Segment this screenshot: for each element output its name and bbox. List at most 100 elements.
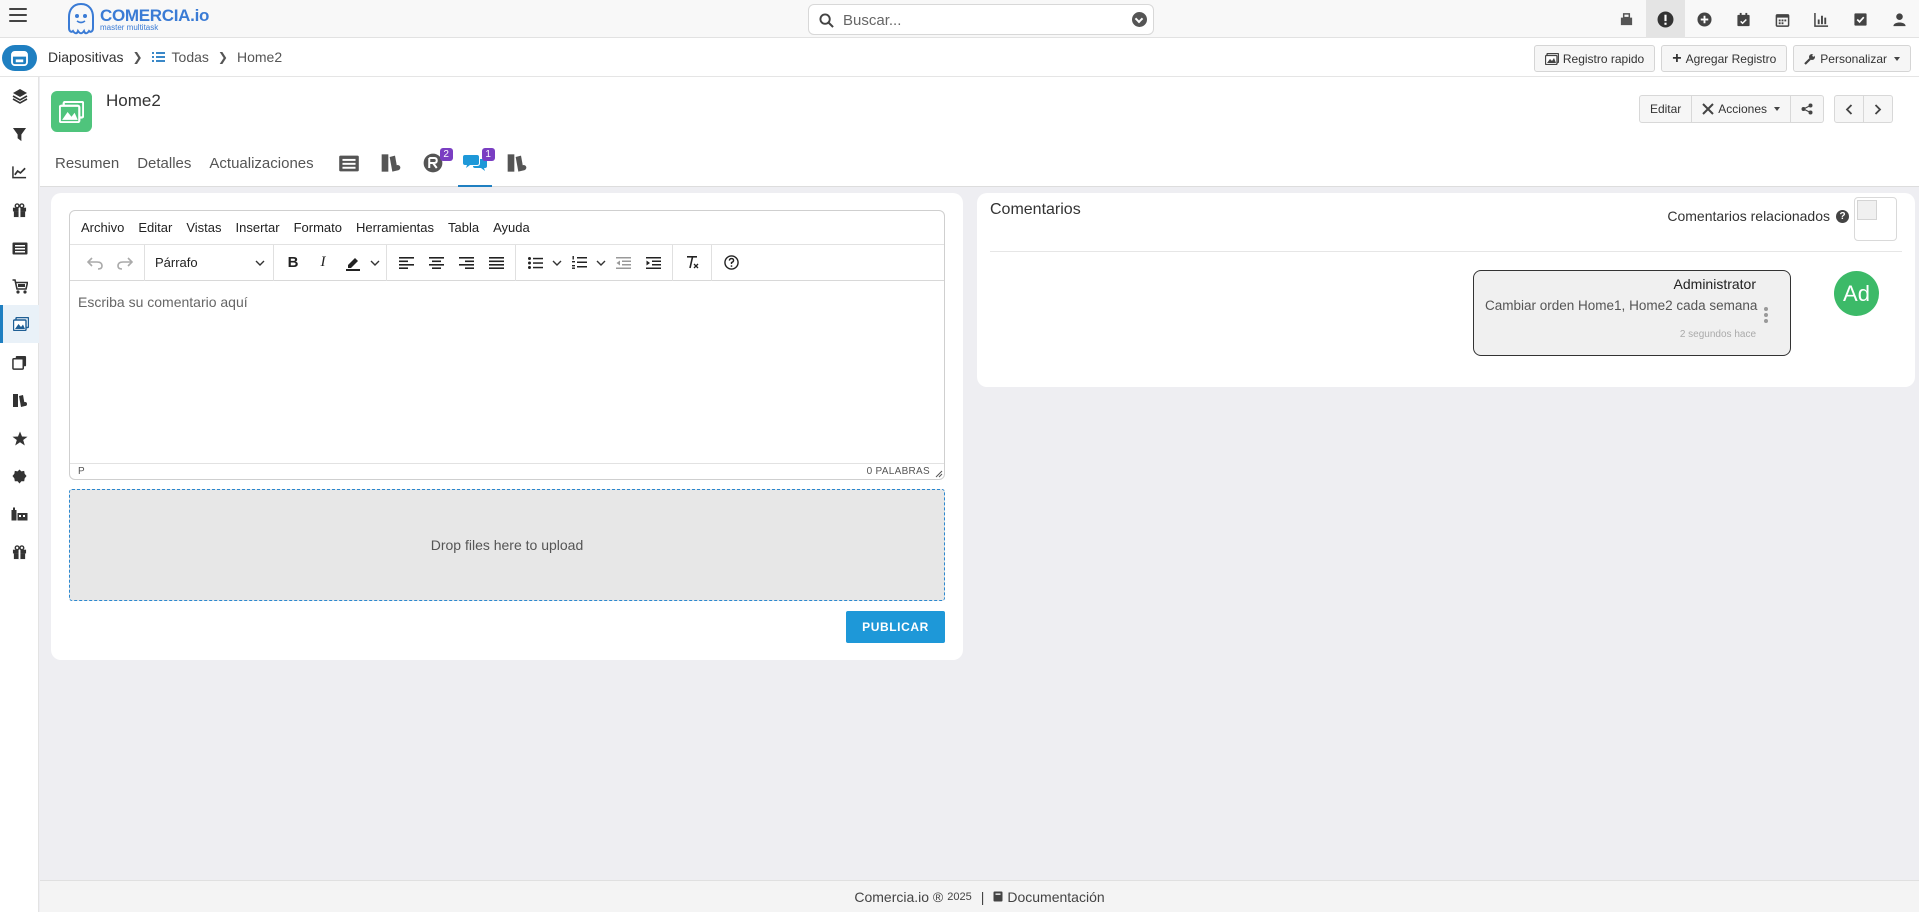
tab-updates[interactable]: Actualizaciones bbox=[209, 139, 313, 187]
menu-vistas[interactable]: Vistas bbox=[186, 220, 221, 235]
editor-help-button[interactable] bbox=[716, 249, 746, 277]
search-dropdown-icon[interactable] bbox=[1132, 12, 1147, 27]
block-format-select[interactable]: Párrafo bbox=[149, 249, 269, 277]
menu-insertar[interactable]: Insertar bbox=[236, 220, 280, 235]
chevron-down-icon bbox=[596, 260, 606, 266]
chevron-left-icon bbox=[1845, 103, 1853, 115]
clear-format-icon bbox=[686, 256, 698, 269]
align-left-button[interactable] bbox=[391, 249, 421, 277]
list-card-icon bbox=[338, 155, 359, 171]
highlight-color-dropdown[interactable] bbox=[368, 249, 382, 277]
resize-handle-icon[interactable] bbox=[935, 470, 943, 478]
share-icon bbox=[1801, 103, 1813, 115]
publish-button[interactable]: PUBLICAR bbox=[846, 611, 945, 643]
quick-record-button[interactable]: Registro rapido bbox=[1533, 45, 1656, 72]
tab-related-catalog[interactable] bbox=[374, 139, 408, 187]
sidebar-item-promotions[interactable] bbox=[0, 191, 39, 229]
calendar-check-icon[interactable] bbox=[1724, 0, 1763, 38]
calendar-icon[interactable] bbox=[1763, 0, 1802, 38]
indent-button[interactable] bbox=[638, 249, 668, 277]
customize-button[interactable]: Personalizar bbox=[1793, 45, 1911, 72]
sidebar-item-cart[interactable] bbox=[0, 267, 39, 305]
images-icon bbox=[59, 100, 84, 123]
bullet-list-dropdown[interactable] bbox=[550, 249, 564, 277]
question-circle-icon[interactable]: ? bbox=[1836, 209, 1849, 223]
record-action-group: Editar Acciones bbox=[1638, 95, 1824, 123]
documentation-link[interactable]: Documentación bbox=[993, 889, 1105, 905]
add-record-button[interactable]: + Agregar Registro bbox=[1661, 45, 1788, 72]
menu-editar[interactable]: Editar bbox=[138, 220, 172, 235]
footer-year: 2025 bbox=[947, 890, 972, 903]
edit-button[interactable]: Editar bbox=[1638, 95, 1693, 123]
breadcrumb-list[interactable]: Todas bbox=[172, 49, 209, 65]
numbered-list-dropdown[interactable] bbox=[594, 249, 608, 277]
rich-text-editor: Archivo Editar Vistas Insertar Formato H… bbox=[69, 210, 945, 480]
user-profile-icon[interactable] bbox=[1880, 0, 1919, 38]
highlight-color-button[interactable] bbox=[338, 249, 368, 277]
align-right-button[interactable] bbox=[451, 249, 481, 277]
clear-formatting-button[interactable] bbox=[677, 249, 707, 277]
module-store-button[interactable] bbox=[2, 45, 37, 71]
redo-button[interactable] bbox=[110, 249, 140, 277]
sidebar-item-analytics[interactable] bbox=[0, 153, 39, 191]
comment-textarea[interactable]: Escriba su comentario aquí bbox=[70, 281, 944, 463]
sidebar-item-listings[interactable] bbox=[0, 229, 39, 267]
related-comments-toggle[interactable] bbox=[1854, 197, 1897, 241]
tab-details[interactable]: Detalles bbox=[137, 139, 191, 187]
previous-record-button[interactable] bbox=[1834, 95, 1864, 123]
comment-text: Cambiar orden Home1, Home2 cada semana bbox=[1485, 298, 1758, 313]
undo-button[interactable] bbox=[80, 249, 110, 277]
search-input[interactable] bbox=[843, 10, 1113, 30]
add-circle-icon[interactable] bbox=[1685, 0, 1724, 38]
comment-options-icon[interactable] bbox=[1764, 307, 1768, 325]
share-button[interactable] bbox=[1791, 95, 1824, 123]
bullet-list-button[interactable] bbox=[520, 249, 550, 277]
bold-button[interactable]: B bbox=[278, 249, 308, 277]
tab-related-list[interactable] bbox=[332, 139, 366, 187]
sidebar-item-layers[interactable] bbox=[0, 77, 39, 115]
word-count[interactable]: 0 PALABRAS bbox=[867, 466, 930, 477]
comment-bubble: Administrator Cambiar orden Home1, Home2… bbox=[1473, 270, 1791, 356]
align-center-button[interactable] bbox=[421, 249, 451, 277]
sidebar-item-favorites[interactable] bbox=[0, 419, 39, 457]
sidebar-item-warehouse[interactable] bbox=[0, 495, 39, 533]
menu-ayuda[interactable]: Ayuda bbox=[493, 220, 530, 235]
sidebar-item-badges[interactable] bbox=[0, 457, 39, 495]
element-path[interactable]: P bbox=[78, 466, 85, 477]
notifications-icon[interactable] bbox=[1646, 0, 1685, 38]
quick-actions: Registro rapido + Agregar Registro Perso… bbox=[1533, 45, 1911, 72]
tab-summary[interactable]: Resumen bbox=[55, 139, 119, 187]
menu-formato[interactable]: Formato bbox=[294, 220, 342, 235]
actions-button[interactable]: Acciones bbox=[1692, 95, 1791, 123]
breadcrumb-module[interactable]: Diapositivas bbox=[48, 49, 123, 65]
menu-archivo[interactable]: Archivo bbox=[81, 220, 124, 235]
sidebar-item-gifts[interactable] bbox=[0, 533, 39, 571]
menu-toggle-icon[interactable] bbox=[9, 8, 27, 26]
tab-activities[interactable]: 2 bbox=[416, 139, 453, 187]
menu-tabla[interactable]: Tabla bbox=[448, 220, 479, 235]
sidebar-item-filter[interactable] bbox=[0, 115, 39, 153]
activities-count-badge: 2 bbox=[439, 148, 453, 161]
tasks-check-icon[interactable] bbox=[1841, 0, 1880, 38]
next-record-button[interactable] bbox=[1864, 95, 1893, 123]
italic-button[interactable]: I bbox=[308, 249, 338, 277]
record-pager bbox=[1834, 95, 1893, 123]
file-dropzone[interactable]: Drop files here to upload bbox=[69, 489, 945, 601]
outdent-button[interactable] bbox=[608, 249, 638, 277]
justify-button[interactable] bbox=[481, 249, 511, 277]
sidebar-item-catalog[interactable] bbox=[0, 381, 39, 419]
store-icon bbox=[11, 50, 28, 66]
alignment-group bbox=[387, 244, 516, 281]
editor-statusbar: P 0 PALABRAS bbox=[70, 463, 944, 479]
bar-chart-icon[interactable] bbox=[1802, 0, 1841, 38]
alerts-bell-icon[interactable] bbox=[1607, 0, 1646, 38]
sidebar-item-copies[interactable] bbox=[0, 343, 39, 381]
tab-related-catalog-2[interactable] bbox=[500, 139, 534, 187]
search-icon bbox=[819, 13, 834, 28]
numbered-list-button[interactable] bbox=[564, 249, 594, 277]
app-logo[interactable]: COMERCIA.io master multitask bbox=[66, 2, 209, 36]
sidebar-item-slides[interactable] bbox=[0, 305, 39, 343]
menu-herramientas[interactable]: Herramientas bbox=[356, 220, 434, 235]
wrench-icon bbox=[1804, 53, 1816, 65]
tab-comments[interactable]: 1 bbox=[457, 139, 495, 187]
